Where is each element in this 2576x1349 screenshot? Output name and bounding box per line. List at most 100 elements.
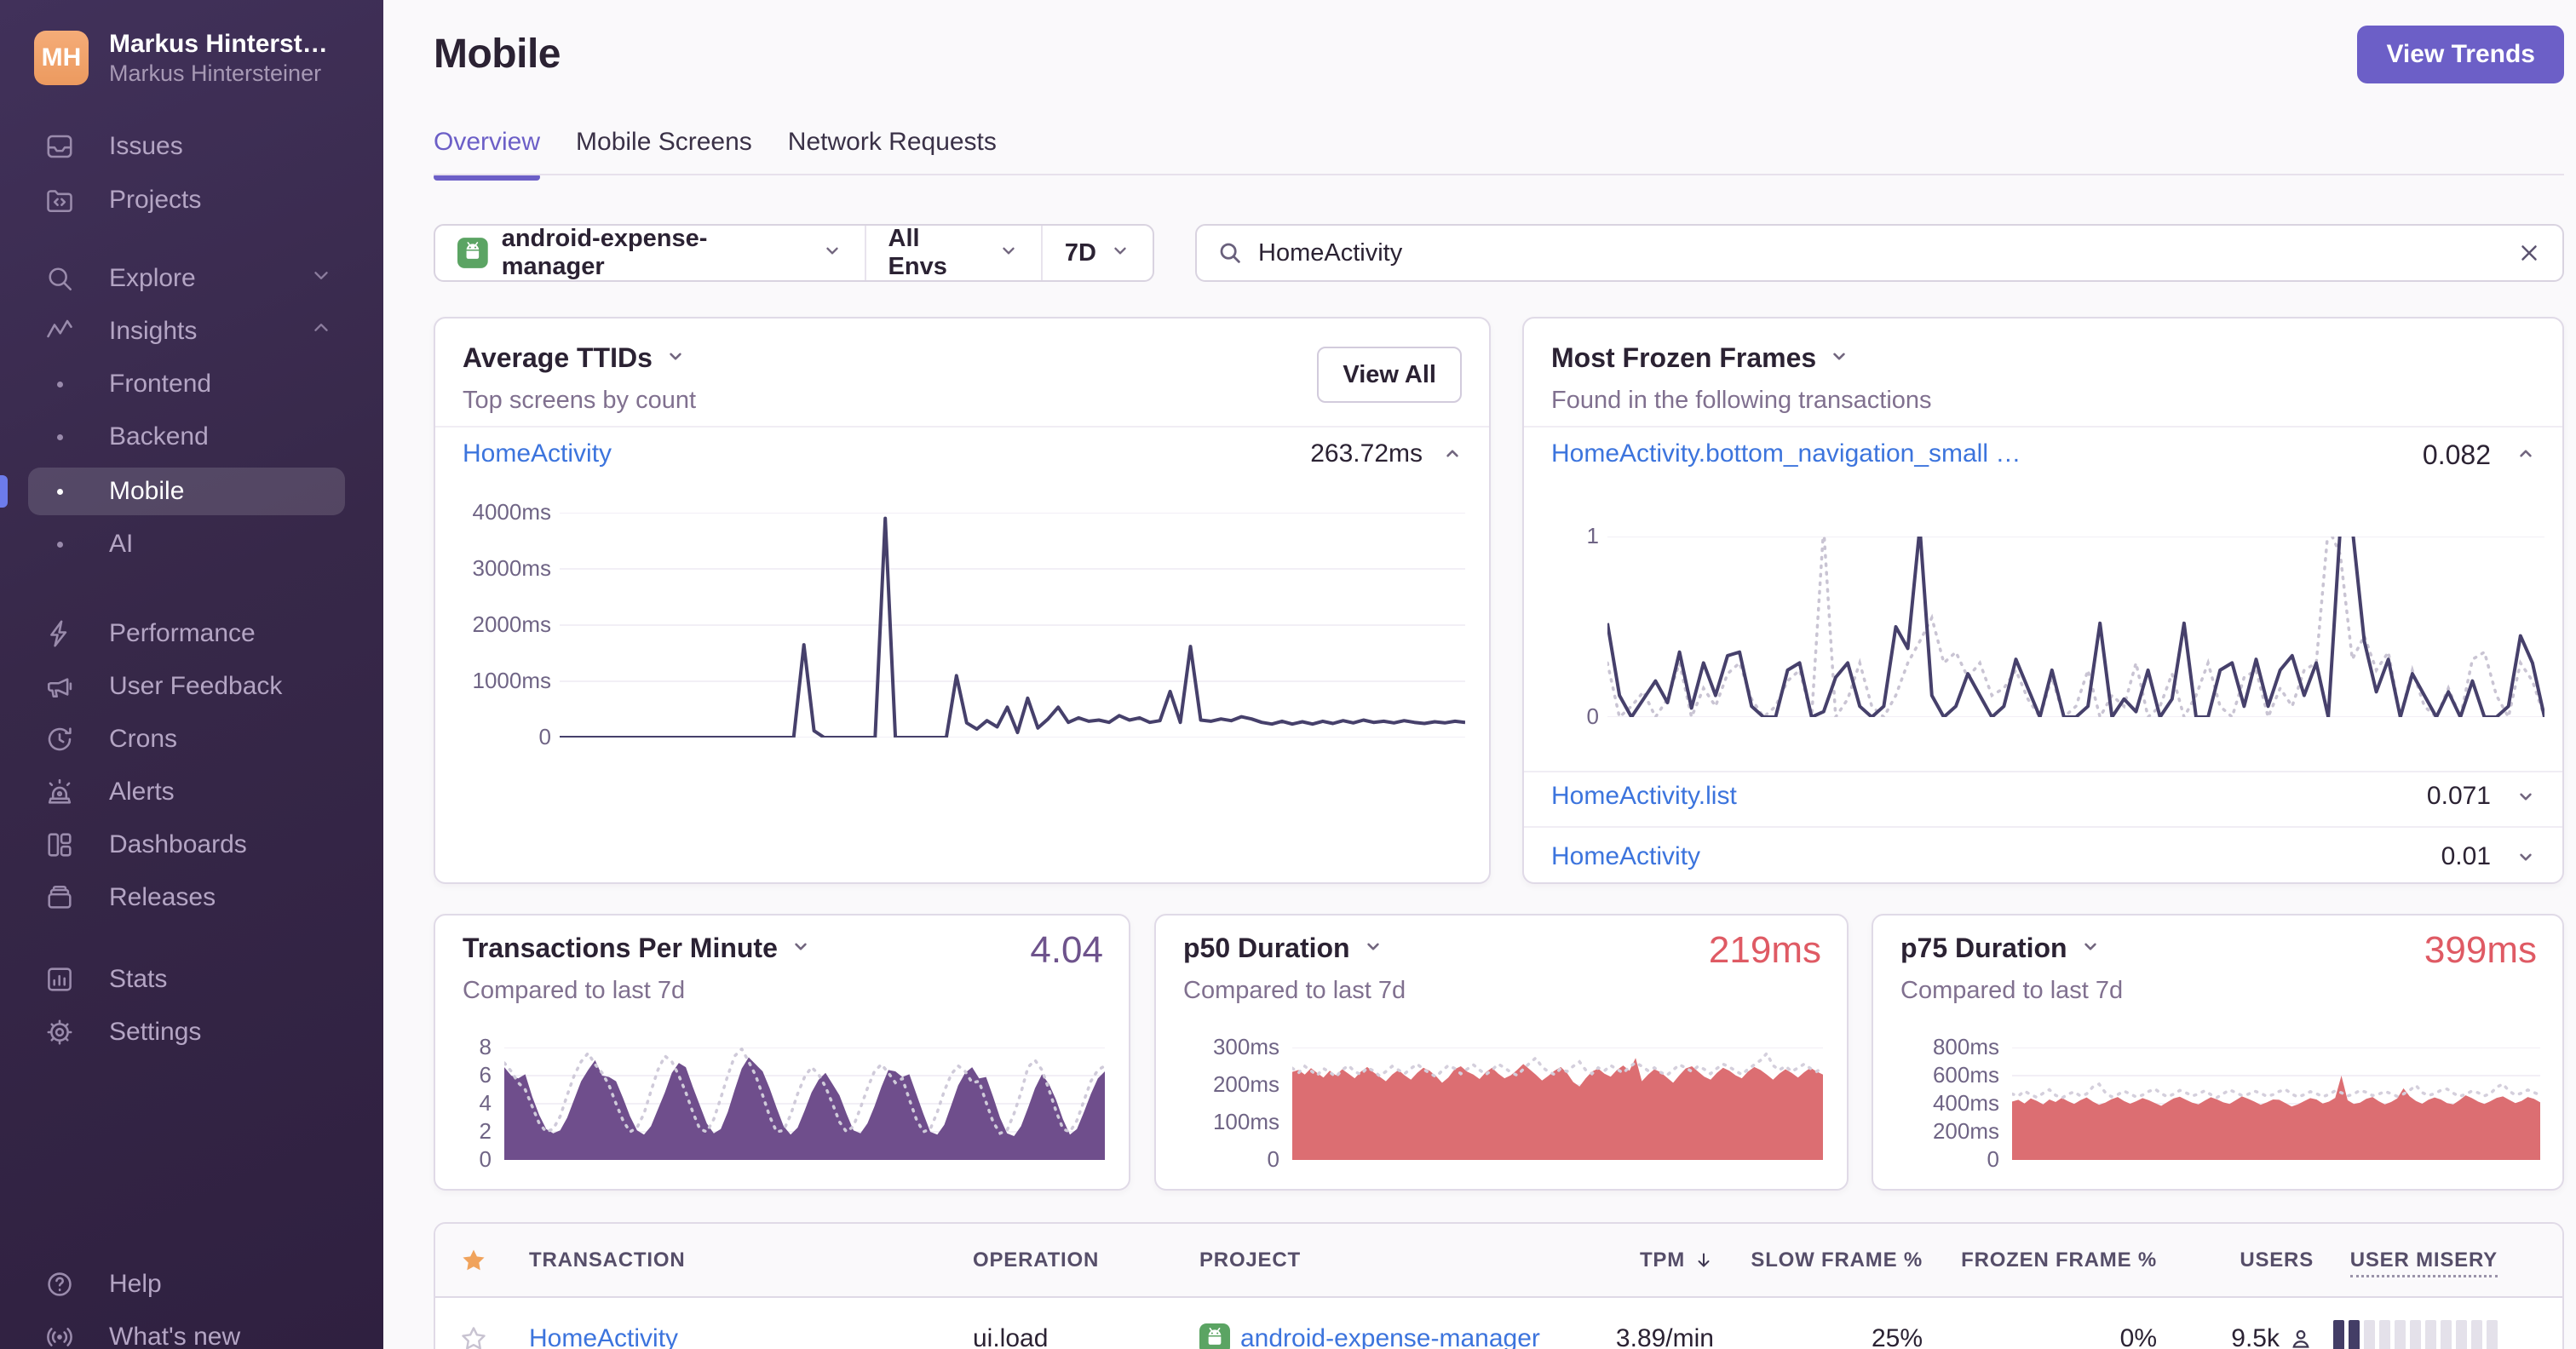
sidebar-item-label: Alerts	[109, 778, 175, 806]
sidebar-item-crons[interactable]: Crons	[44, 715, 358, 764]
chevron-up-icon[interactable]	[1441, 443, 1463, 469]
avatar[interactable]: MH	[34, 31, 89, 85]
tab-mobile-screens[interactable]: Mobile Screens	[576, 128, 752, 179]
sidebar-item-issues[interactable]: Issues	[44, 122, 358, 171]
sidebar-item-whats-new[interactable]: What's new	[44, 1312, 358, 1349]
chevron-down-icon	[310, 264, 332, 293]
col-user-misery[interactable]: USER MISERY	[2314, 1248, 2562, 1277]
date-range-selector[interactable]: 7D	[1040, 226, 1153, 280]
siren-icon	[44, 777, 75, 807]
active-route-indicator	[0, 475, 8, 508]
search-bar[interactable]	[1195, 224, 2564, 282]
tpm-title[interactable]: Transactions Per Minute	[463, 933, 812, 964]
sidebar-item-label: Projects	[109, 186, 202, 214]
sidebar-item-dashboards[interactable]: Dashboards	[44, 820, 358, 870]
sidebar-item-explore[interactable]: Explore	[44, 254, 358, 303]
avg-ttids-title[interactable]: Average TTIDs	[463, 342, 687, 374]
y-tick: 0	[538, 724, 551, 749]
sidebar-item-label: Dashboards	[109, 830, 247, 858]
environment-selector[interactable]: All Envs	[864, 225, 1041, 280]
sidebar-item-performance[interactable]: Performance	[44, 609, 358, 658]
y-tick: 4	[479, 1090, 492, 1116]
sidebar-item-backend[interactable]: Backend	[44, 412, 358, 462]
table-row: HomeActivity ui.load android-expense-man…	[435, 1298, 2562, 1349]
tab-overview[interactable]: Overview	[434, 128, 541, 181]
app-window: MH Markus Hinterst… Markus Hintersteiner…	[0, 0, 2576, 1349]
users-cell: 9.5k	[2157, 1324, 2314, 1349]
project-link[interactable]: android-expense-manager	[1240, 1324, 1540, 1349]
environment-selector-value: All Envs	[888, 225, 947, 280]
search-input[interactable]	[1258, 238, 2501, 267]
y-tick: 800ms	[1932, 1034, 1999, 1059]
p50-title[interactable]: p50 Duration	[1183, 933, 1384, 964]
frozen-frames-title[interactable]: Most Frozen Frames	[1551, 342, 1850, 374]
frozen-value: 0.01	[2441, 842, 2491, 870]
org-name: Markus Hintersteiner	[109, 60, 322, 86]
search-icon	[44, 263, 75, 294]
p75-title[interactable]: p75 Duration	[1900, 933, 2102, 964]
chevron-down-icon	[664, 342, 687, 374]
android-project-icon	[457, 238, 488, 268]
view-trends-button[interactable]: View Trends	[2357, 26, 2564, 83]
sidebar-item-help[interactable]: Help	[44, 1260, 358, 1309]
sidebar-item-settings[interactable]: Settings	[44, 1007, 358, 1057]
sidebar-item-user-feedback[interactable]: User Feedback	[44, 662, 358, 711]
col-frozen-frame[interactable]: FROZEN FRAME %	[1923, 1249, 2157, 1272]
frozen-value: 0.082	[2422, 439, 2491, 470]
view-all-button[interactable]: View All	[1317, 347, 1462, 403]
tpm-value: 4.04	[1030, 929, 1103, 971]
sidebar-item-label: Help	[109, 1270, 162, 1298]
transaction-link[interactable]: HomeActivity.list	[1551, 782, 1737, 811]
ttid-value: 263.72ms	[1310, 439, 1423, 468]
user-name: Markus Hinterst…	[109, 30, 328, 58]
sidebar-item-label: Frontend	[109, 370, 212, 398]
star-toggle-icon[interactable]	[435, 1325, 512, 1349]
col-operation[interactable]: OPERATION	[956, 1249, 1186, 1272]
col-project[interactable]: PROJECT	[1186, 1249, 1595, 1272]
transaction-link[interactable]: HomeActivity	[529, 1324, 678, 1349]
chevron-down-icon	[2079, 933, 2102, 964]
chevron-up-icon[interactable]	[2515, 443, 2537, 469]
transaction-link[interactable]: HomeActivity	[1551, 842, 1700, 871]
card-title-text: p50 Duration	[1183, 933, 1350, 963]
date-range-value: 7D	[1064, 238, 1096, 267]
slow-frame-cell: 25%	[1871, 1323, 1923, 1349]
sidebar-item-label: Stats	[109, 965, 168, 993]
tab-network-requests[interactable]: Network Requests	[788, 128, 997, 179]
project-selector[interactable]: android-expense-manager	[435, 226, 865, 280]
sidebar-item-mobile[interactable]: Mobile	[44, 467, 358, 516]
chevron-down-icon	[1828, 342, 1850, 374]
sidebar-item-frontend[interactable]: Frontend	[44, 359, 358, 409]
sidebar-item-projects[interactable]: Projects	[44, 175, 358, 225]
col-tpm[interactable]: TPM	[1595, 1249, 1714, 1272]
star-header-icon[interactable]	[435, 1247, 512, 1274]
sidebar-item-ai[interactable]: AI	[44, 520, 358, 569]
col-transaction[interactable]: TRANSACTION	[512, 1249, 956, 1272]
sidebar-item-alerts[interactable]: Alerts	[44, 767, 358, 817]
y-tick: 600ms	[1932, 1062, 1999, 1088]
transaction-link[interactable]: HomeActivity.bottom_navigation_small …	[1551, 439, 2021, 468]
y-tick: 2000ms	[472, 611, 552, 637]
avg-ttids-card: Average TTIDs Top screens by count View …	[434, 317, 1491, 884]
card-title-text: p75 Duration	[1900, 933, 2067, 963]
chevron-down-icon[interactable]	[2515, 785, 2537, 812]
transaction-link[interactable]: HomeActivity	[463, 439, 612, 468]
col-slow-frame[interactable]: SLOW FRAME %	[1714, 1249, 1923, 1272]
sidebar-item-releases[interactable]: Releases	[44, 873, 358, 922]
chevron-down-icon[interactable]	[2515, 846, 2537, 872]
bullet-icon	[44, 488, 75, 495]
p75-subtitle: Compared to last 7d	[1900, 977, 2124, 1004]
sidebar-item-label: Explore	[109, 264, 196, 292]
p50-value: 219ms	[1708, 929, 1821, 971]
sidebar-item-insights[interactable]: Insights	[44, 307, 358, 356]
sidebar-item-stats[interactable]: Stats	[44, 955, 358, 1004]
clear-search-icon[interactable]	[2516, 240, 2542, 266]
operation-cell: ui.load	[973, 1323, 1049, 1349]
issues-icon	[44, 131, 75, 162]
org-switcher[interactable]: MH Markus Hinterst… Markus Hintersteiner	[34, 29, 328, 87]
col-users[interactable]: USERS	[2157, 1249, 2314, 1272]
sidebar-item-label: User Feedback	[109, 672, 283, 700]
sidebar-item-label: Settings	[109, 1018, 202, 1046]
bullet-icon	[44, 541, 75, 548]
y-tick: 300ms	[1212, 1034, 1279, 1059]
